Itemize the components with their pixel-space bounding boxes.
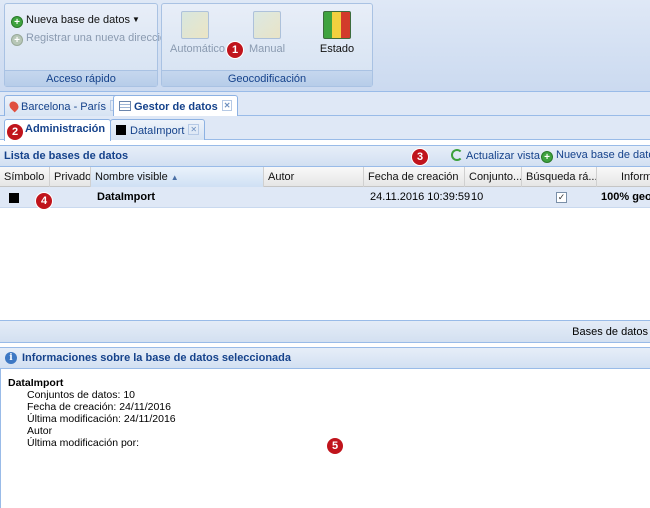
- column-symbol[interactable]: Símbolo: [0, 167, 50, 187]
- grid-footer-label: Bases de datos: [572, 326, 648, 338]
- callout-badge-5: 5: [327, 438, 343, 454]
- geocoding-caption: Geocodificación: [162, 70, 372, 86]
- cell-datasets: 10: [471, 191, 484, 203]
- database-symbol-icon: [116, 125, 126, 135]
- quick-access-caption: Acceso rápido: [5, 70, 157, 86]
- info-details: DataImport Conjuntos de datos: 10 Fecha …: [8, 377, 176, 449]
- info-line: Última modificación: 24/11/2016: [27, 413, 176, 425]
- info-line: Conjuntos de datos: 10: [27, 389, 135, 401]
- info-icon: i: [5, 352, 17, 364]
- info-line: Fecha de creación: 24/11/2016: [27, 401, 171, 413]
- cell-display-name: DataImport: [97, 191, 156, 203]
- add-icon: +: [11, 34, 23, 46]
- dropdown-arrow-icon: ▼: [131, 15, 140, 24]
- cell-info: 100% geoc: [601, 191, 650, 203]
- column-quick-search[interactable]: Búsqueda rá...: [522, 167, 597, 187]
- info-panel-title: Informaciones sobre la base de datos sel…: [22, 352, 291, 364]
- callout-badge-2: 2: [7, 124, 23, 140]
- document-tab-strip: Barcelona - París✕ Gestor de datos✕: [0, 92, 650, 117]
- cell-creation-date: 24.11.2016 10:39:59: [370, 191, 471, 203]
- new-database-toolbar-button[interactable]: +Nueva base de datos▼: [541, 149, 650, 163]
- column-creation-date[interactable]: Fecha de creación: [364, 167, 465, 187]
- tab-barcelona-paris[interactable]: Barcelona - París✕: [4, 95, 127, 116]
- info-panel-header[interactable]: i Informaciones sobre la base de datos s…: [0, 347, 650, 369]
- status-traffic-light-icon: [323, 11, 351, 39]
- info-line: Autor: [27, 425, 53, 437]
- grid-icon: [119, 101, 131, 111]
- add-icon: +: [11, 16, 23, 28]
- map-auto-icon: [181, 11, 209, 39]
- close-icon[interactable]: ✕: [188, 124, 200, 135]
- quick-access-group: + Nueva base de datos ▼ + Registrar una nue…: [4, 3, 172, 87]
- info-line: Última modificación por:: [27, 437, 140, 449]
- register-address-button[interactable]: + Registrar una nueva dirección: [11, 30, 172, 46]
- grid-footer: Bases de datos: [0, 320, 650, 343]
- panel-title: Lista de bases de datos: [4, 150, 129, 162]
- callout-badge-3: 3: [412, 149, 428, 165]
- grid-column-headers: Símbolo Privado Nombre visible ▲ Autor Fe…: [0, 167, 650, 187]
- manual-button[interactable]: Manual: [242, 11, 292, 55]
- divider: [0, 369, 1, 508]
- status-button[interactable]: Estado: [312, 11, 362, 55]
- column-private[interactable]: Privado: [50, 167, 91, 187]
- callout-badge-1: 1: [227, 42, 243, 58]
- column-info[interactable]: Inform: [597, 167, 650, 187]
- new-database-button[interactable]: + Nueva base de datos ▼: [11, 12, 140, 28]
- callout-badge-4: 4: [36, 193, 52, 209]
- database-symbol-icon: [9, 193, 19, 203]
- automatic-button[interactable]: Automático: [170, 11, 225, 55]
- tab-dataimport[interactable]: DataImport ✕: [110, 119, 206, 140]
- info-db-name: DataImport: [8, 377, 64, 389]
- refresh-icon: [451, 149, 463, 161]
- map-hand-icon: [253, 11, 281, 39]
- map-pin-icon: [7, 99, 21, 113]
- ribbon: + Nueva base de datos ▼ + Registrar una nue…: [0, 0, 650, 92]
- sub-tab-strip: Administración DataImport ✕: [0, 116, 650, 141]
- column-datasets[interactable]: Conjunto...: [465, 167, 522, 187]
- quick-search-checkbox[interactable]: ✓: [556, 192, 567, 203]
- geocoding-group: Automático Manual Estado Geocodificación: [161, 3, 373, 87]
- column-author[interactable]: Autor: [264, 167, 364, 187]
- database-list-header: Lista de bases de datos Actualizar vista…: [0, 145, 650, 167]
- tab-data-manager[interactable]: Gestor de datos ✕: [113, 95, 239, 117]
- add-icon: +: [541, 151, 553, 163]
- cell-author: [266, 187, 270, 208]
- close-icon[interactable]: ✕: [221, 100, 233, 111]
- sort-ascending-icon: ▲: [170, 173, 179, 182]
- column-display-name[interactable]: Nombre visible ▲: [91, 167, 264, 187]
- table-row[interactable]: DataImport 24.11.2016 10:39:59 10 ✓ 100%…: [0, 187, 650, 208]
- refresh-view-button[interactable]: Actualizar vista: [451, 149, 540, 162]
